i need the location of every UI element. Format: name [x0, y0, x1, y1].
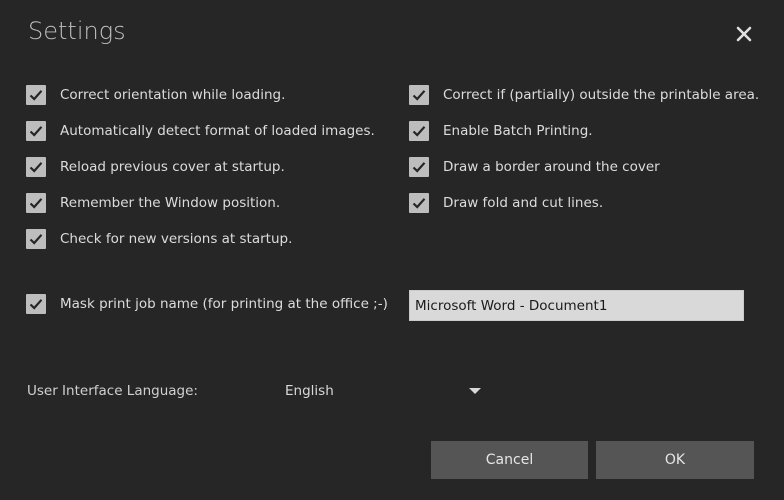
language-label: User Interface Language:: [27, 383, 198, 399]
option-label: Correct orientation while loading.: [60, 87, 286, 103]
option-remember-window[interactable]: Remember the Window position.: [26, 192, 280, 214]
checkbox-check-versions[interactable]: [26, 229, 46, 249]
checkbox-draw-border[interactable]: [409, 157, 429, 177]
option-label: Correct if (partially) outside the print…: [443, 87, 760, 103]
option-label: Automatically detect format of loaded im…: [60, 123, 375, 139]
checkmark-icon: [412, 162, 426, 173]
option-label: Enable Batch Printing.: [443, 123, 593, 139]
checkbox-batch-printing[interactable]: [409, 121, 429, 141]
checkmark-icon: [29, 234, 43, 245]
checkmark-icon: [412, 198, 426, 209]
checkmark-icon: [29, 126, 43, 137]
dialog-title: Settings: [28, 17, 126, 45]
ok-button[interactable]: OK: [596, 441, 754, 479]
option-mask-job-name[interactable]: Mask print job name (for printing at the…: [26, 293, 388, 315]
checkbox-correct-orientation[interactable]: [26, 85, 46, 105]
checkbox-reload-cover[interactable]: [26, 157, 46, 177]
checkbox-fold-cut-lines[interactable]: [409, 193, 429, 213]
checkmark-icon: [412, 126, 426, 137]
option-label: Remember the Window position.: [60, 195, 281, 211]
checkmark-icon: [29, 90, 43, 101]
option-reload-cover[interactable]: Reload previous cover at startup.: [26, 156, 285, 178]
option-label: Check for new versions at startup.: [60, 231, 293, 247]
close-button[interactable]: [733, 23, 755, 45]
cancel-button[interactable]: Cancel: [431, 441, 588, 479]
checkmark-icon: [29, 198, 43, 209]
option-label: Draw a border around the cover: [443, 159, 660, 175]
option-label: Reload previous cover at startup.: [60, 159, 285, 175]
checkbox-remember-window[interactable]: [26, 193, 46, 213]
option-auto-detect-format[interactable]: Automatically detect format of loaded im…: [26, 120, 375, 142]
option-fold-cut-lines[interactable]: Draw fold and cut lines.: [409, 192, 603, 214]
checkmark-icon: [29, 162, 43, 173]
checkmark-icon: [412, 90, 426, 101]
checkmark-icon: [29, 299, 43, 310]
job-name-input[interactable]: [409, 290, 744, 321]
option-label: Mask print job name (for printing at the…: [60, 296, 388, 312]
option-correct-outside-area[interactable]: Correct if (partially) outside the print…: [409, 84, 759, 106]
settings-dialog: Settings Correct orientation while loadi…: [0, 0, 784, 500]
checkbox-auto-detect-format[interactable]: [26, 121, 46, 141]
option-correct-orientation[interactable]: Correct orientation while loading.: [26, 84, 285, 106]
language-dropdown[interactable]: English: [285, 377, 485, 405]
chevron-down-icon: [469, 388, 481, 394]
close-icon: [736, 26, 752, 42]
option-batch-printing[interactable]: Enable Batch Printing.: [409, 120, 593, 142]
option-label: Draw fold and cut lines.: [443, 195, 604, 211]
option-check-versions[interactable]: Check for new versions at startup.: [26, 228, 292, 250]
checkbox-correct-outside-area[interactable]: [409, 85, 429, 105]
checkbox-mask-job-name[interactable]: [26, 294, 46, 314]
option-draw-border[interactable]: Draw a border around the cover: [409, 156, 660, 178]
language-value: English: [285, 383, 334, 399]
